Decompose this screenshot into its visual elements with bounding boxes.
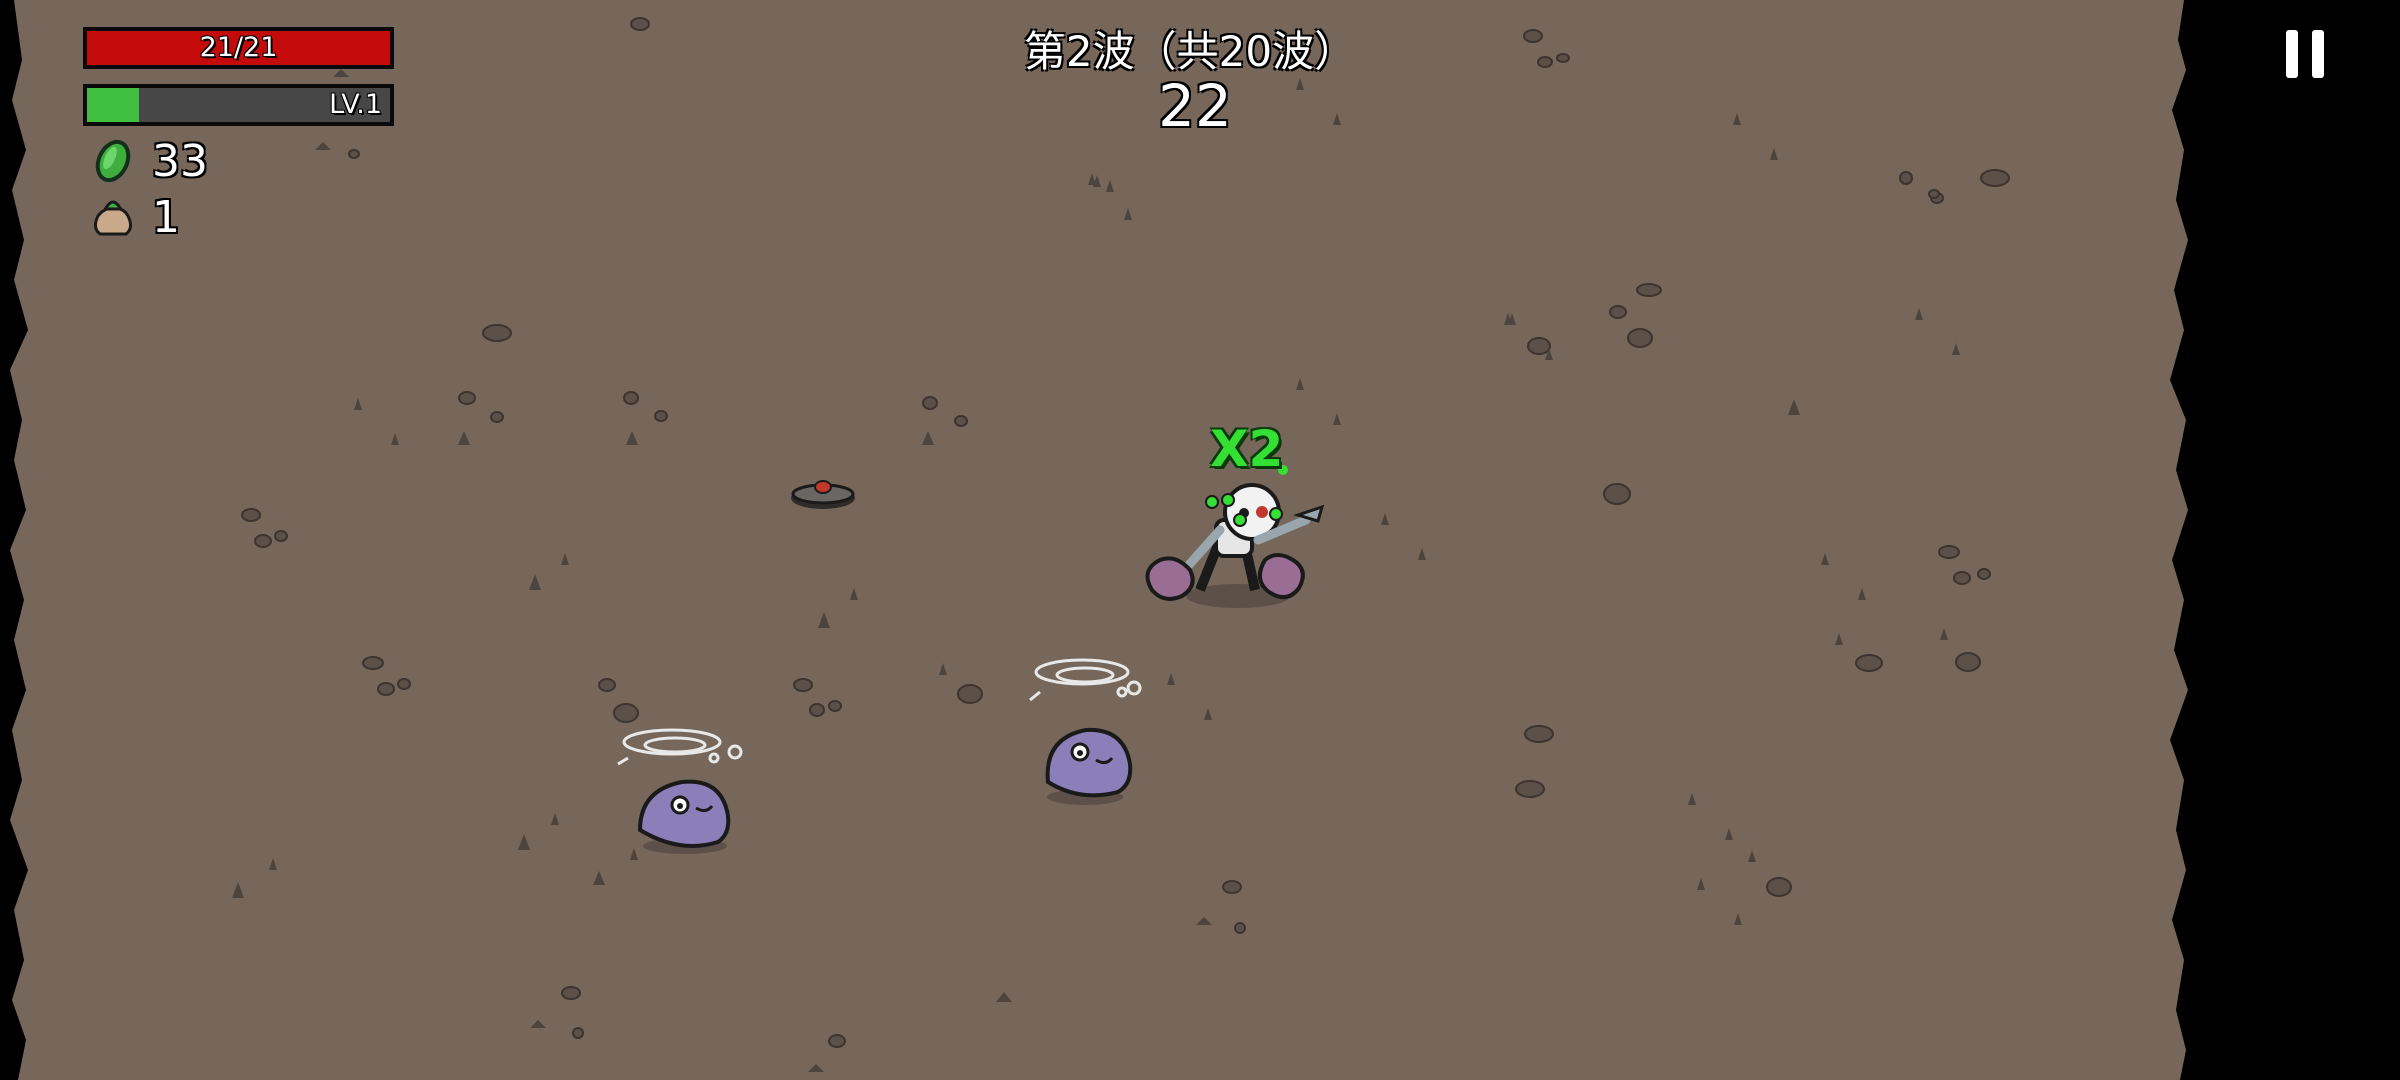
loot-bag-count: 1 <box>152 191 180 243</box>
arena-ground <box>10 0 2188 1080</box>
loot-bag-icon <box>93 200 133 236</box>
pause-icon <box>2286 30 2298 78</box>
materials-icon <box>95 139 131 183</box>
level-text: LV.1 <box>329 89 382 120</box>
materials-counter: 33 <box>88 135 208 187</box>
loot-bag-counter: 1 <box>88 191 180 243</box>
wave-title: 第2波（共20波） <box>1023 27 1357 76</box>
pause-icon <box>2312 30 2324 78</box>
combo-label: X2 <box>1210 420 1284 478</box>
enemy-slug <box>637 779 731 854</box>
game-screen: 21/21 LV.1 33 1 第2波（共20波） 22 X2 <box>0 0 2400 1080</box>
enemy-slug <box>1045 727 1133 805</box>
arena <box>10 0 2188 1080</box>
materials-count: 33 <box>152 135 208 187</box>
wave-timer: 22 <box>1158 72 1232 140</box>
health-bar: 21/21 <box>83 27 394 69</box>
health-text: 21/21 <box>199 32 278 63</box>
experience-bar: LV.1 <box>83 84 394 126</box>
pause-button[interactable] <box>2278 26 2332 84</box>
